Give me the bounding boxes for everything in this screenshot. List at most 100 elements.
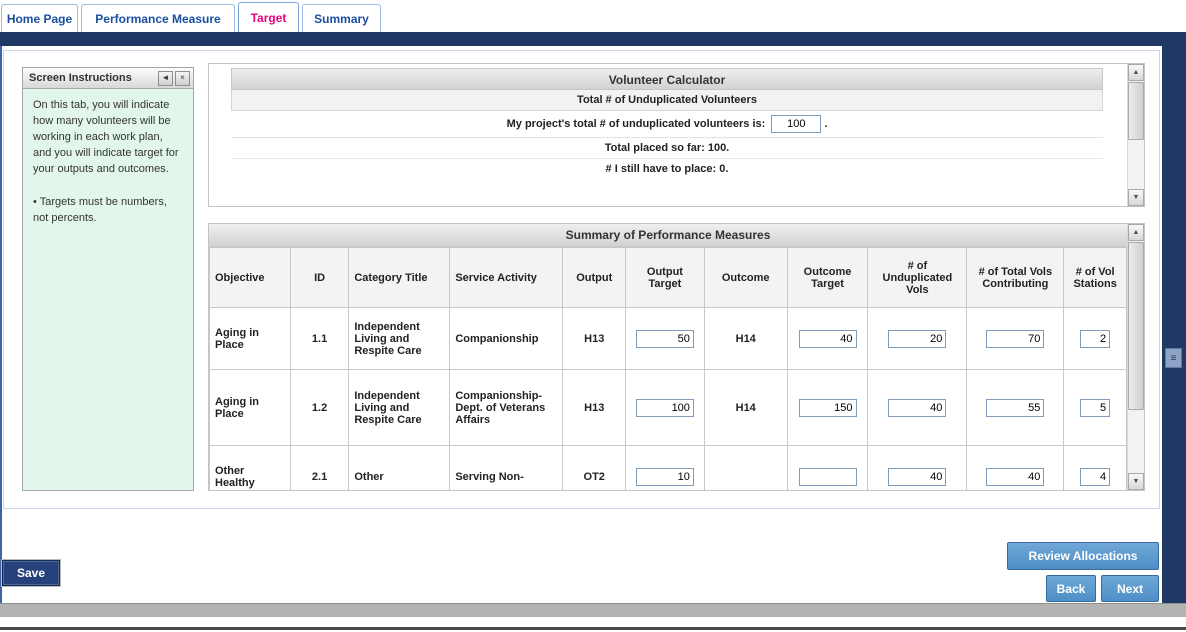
performance-measures-panel: Summary of Performance Measures Objectiv…	[208, 223, 1145, 491]
collapse-panel-button[interactable]: ◄	[158, 71, 173, 86]
service-activity-cell: Serving Non-	[450, 446, 563, 491]
vol-stations-cell	[1064, 446, 1127, 491]
column-header-outcome-target: Outcome Target	[787, 248, 868, 308]
column-header-output: Output	[563, 248, 626, 308]
header-accent-bar	[0, 32, 1186, 46]
outcome-target-cell	[787, 308, 868, 370]
save-button[interactable]: Save	[2, 560, 60, 586]
vol-stations-input[interactable]	[1080, 468, 1110, 486]
total-vols-cell	[967, 446, 1064, 491]
column-header-service-activity: Service Activity	[450, 248, 563, 308]
scroll-down-icon: ▼	[1133, 194, 1140, 201]
service-activity-cell: Companionship-Dept. of Veterans Affairs	[450, 370, 563, 446]
table-header-row: Objective ID Category Title Service Acti…	[210, 248, 1127, 308]
close-icon: ×	[180, 74, 185, 82]
output-target-input[interactable]	[636, 399, 694, 417]
tab-performance-measure[interactable]: Performance Measure	[81, 4, 235, 32]
table-row: Aging in Place 1.2 Independent Living an…	[210, 370, 1127, 446]
table-scrollbar[interactable]: ▲ ▼	[1127, 224, 1144, 490]
next-button[interactable]: Next	[1101, 575, 1159, 602]
total-vols-input[interactable]	[986, 468, 1044, 486]
review-allocations-label: Review Allocations	[1029, 549, 1138, 563]
column-header-category-title: Category Title	[349, 248, 450, 308]
volunteer-calculator-content: Volunteer Calculator Total # of Unduplic…	[209, 64, 1127, 206]
splitter-grip-icon[interactable]: ≡	[1165, 348, 1182, 368]
column-header-vol-stations: # of Vol Stations	[1064, 248, 1127, 308]
total-vols-cell	[967, 370, 1064, 446]
outcome-target-cell	[787, 446, 868, 491]
table-row: Aging in Place 1.1 Independent Living an…	[210, 308, 1127, 370]
column-header-outcome: Outcome	[704, 248, 787, 308]
column-header-unduplicated-vols: # of Unduplicated Vols	[868, 248, 967, 308]
outcome-target-input[interactable]	[799, 468, 857, 486]
still-to-place-text: # I still have to place: 0.	[231, 159, 1103, 180]
output-target-input[interactable]	[636, 468, 694, 486]
vol-stations-cell	[1064, 370, 1127, 446]
volunteer-calculator-panel: Volunteer Calculator Total # of Unduplic…	[208, 63, 1145, 207]
vol-stations-cell	[1064, 308, 1127, 370]
save-button-label: Save	[17, 566, 45, 580]
outcome-target-input[interactable]	[799, 399, 857, 417]
unduplicated-vols-input[interactable]	[888, 399, 946, 417]
calculator-subtitle: Total # of Unduplicated Volunteers	[231, 90, 1103, 111]
service-activity-cell: Companionship	[450, 308, 563, 370]
tab-home-page[interactable]: Home Page	[1, 4, 78, 32]
tab-bar: Home Page Performance Measure Target Sum…	[0, 0, 1186, 32]
output-target-cell	[626, 308, 705, 370]
scroll-up-icon: ▲	[1133, 69, 1140, 76]
unduplicated-vols-cell	[868, 308, 967, 370]
outcome-cell	[704, 446, 787, 491]
vertical-splitter[interactable]: ≡	[1162, 46, 1186, 603]
instructions-body: On this tab, you will indicate how many …	[22, 89, 194, 491]
id-cell: 2.1	[290, 446, 349, 491]
calculator-scrollbar[interactable]: ▲ ▼	[1127, 64, 1144, 206]
close-panel-button[interactable]: ×	[175, 71, 190, 86]
sentence-period: .	[824, 118, 827, 130]
calculator-scroll-up-button[interactable]: ▲	[1128, 64, 1144, 81]
total-vols-input[interactable]	[986, 399, 1044, 417]
total-vols-cell	[967, 308, 1064, 370]
tab-target[interactable]: Target	[238, 2, 299, 32]
column-header-id: ID	[290, 248, 349, 308]
back-button[interactable]: Back	[1046, 575, 1096, 602]
objective-cell: Aging in Place	[210, 370, 291, 446]
tab-summary-label: Summary	[314, 12, 369, 26]
calculator-scroll-down-button[interactable]: ▼	[1128, 189, 1144, 206]
output-target-cell	[626, 370, 705, 446]
objective-cell: Aging in Place	[210, 308, 291, 370]
output-target-input[interactable]	[636, 330, 694, 348]
unduplicated-vols-input[interactable]	[888, 330, 946, 348]
next-button-label: Next	[1117, 582, 1143, 596]
unduplicated-vols-cell	[868, 446, 967, 491]
output-cell: H13	[563, 370, 626, 446]
total-placed-text: Total placed so far: 100.	[231, 138, 1103, 159]
vol-stations-input[interactable]	[1080, 330, 1110, 348]
outcome-cell: H14	[704, 308, 787, 370]
unduplicated-vols-input[interactable]	[888, 468, 946, 486]
panel-title: Screen Instructions	[29, 72, 156, 84]
table-scroll-thumb[interactable]	[1128, 242, 1144, 410]
unduplicated-volunteers-label: My project's total # of unduplicated vol…	[507, 118, 766, 130]
output-target-cell	[626, 446, 705, 491]
scroll-up-icon: ▲	[1133, 229, 1140, 236]
tab-home-page-label: Home Page	[7, 12, 72, 26]
category-title-cell: Other	[349, 446, 450, 491]
page-left-border	[0, 46, 2, 603]
id-cell: 1.2	[290, 370, 349, 446]
vol-stations-input[interactable]	[1080, 399, 1110, 417]
scroll-down-icon: ▼	[1133, 478, 1140, 485]
screen-instructions-panel: Screen Instructions ◄ × On this tab, you…	[22, 67, 194, 491]
review-allocations-button[interactable]: Review Allocations	[1007, 542, 1159, 570]
unduplicated-volunteers-input[interactable]	[771, 115, 821, 133]
outcome-target-input[interactable]	[799, 330, 857, 348]
total-vols-input[interactable]	[986, 330, 1044, 348]
table-scroll-up-button[interactable]: ▲	[1128, 224, 1144, 241]
unduplicated-volunteers-row: My project's total # of unduplicated vol…	[231, 111, 1103, 138]
calculator-scroll-thumb[interactable]	[1128, 82, 1144, 140]
instructions-note: • Targets must be numbers, not percents.	[33, 195, 183, 227]
tab-summary[interactable]: Summary	[302, 4, 381, 32]
table-scroll-down-button[interactable]: ▼	[1128, 473, 1144, 490]
unduplicated-vols-cell	[868, 370, 967, 446]
id-cell: 1.1	[290, 308, 349, 370]
chevron-left-icon: ◄	[162, 74, 170, 82]
